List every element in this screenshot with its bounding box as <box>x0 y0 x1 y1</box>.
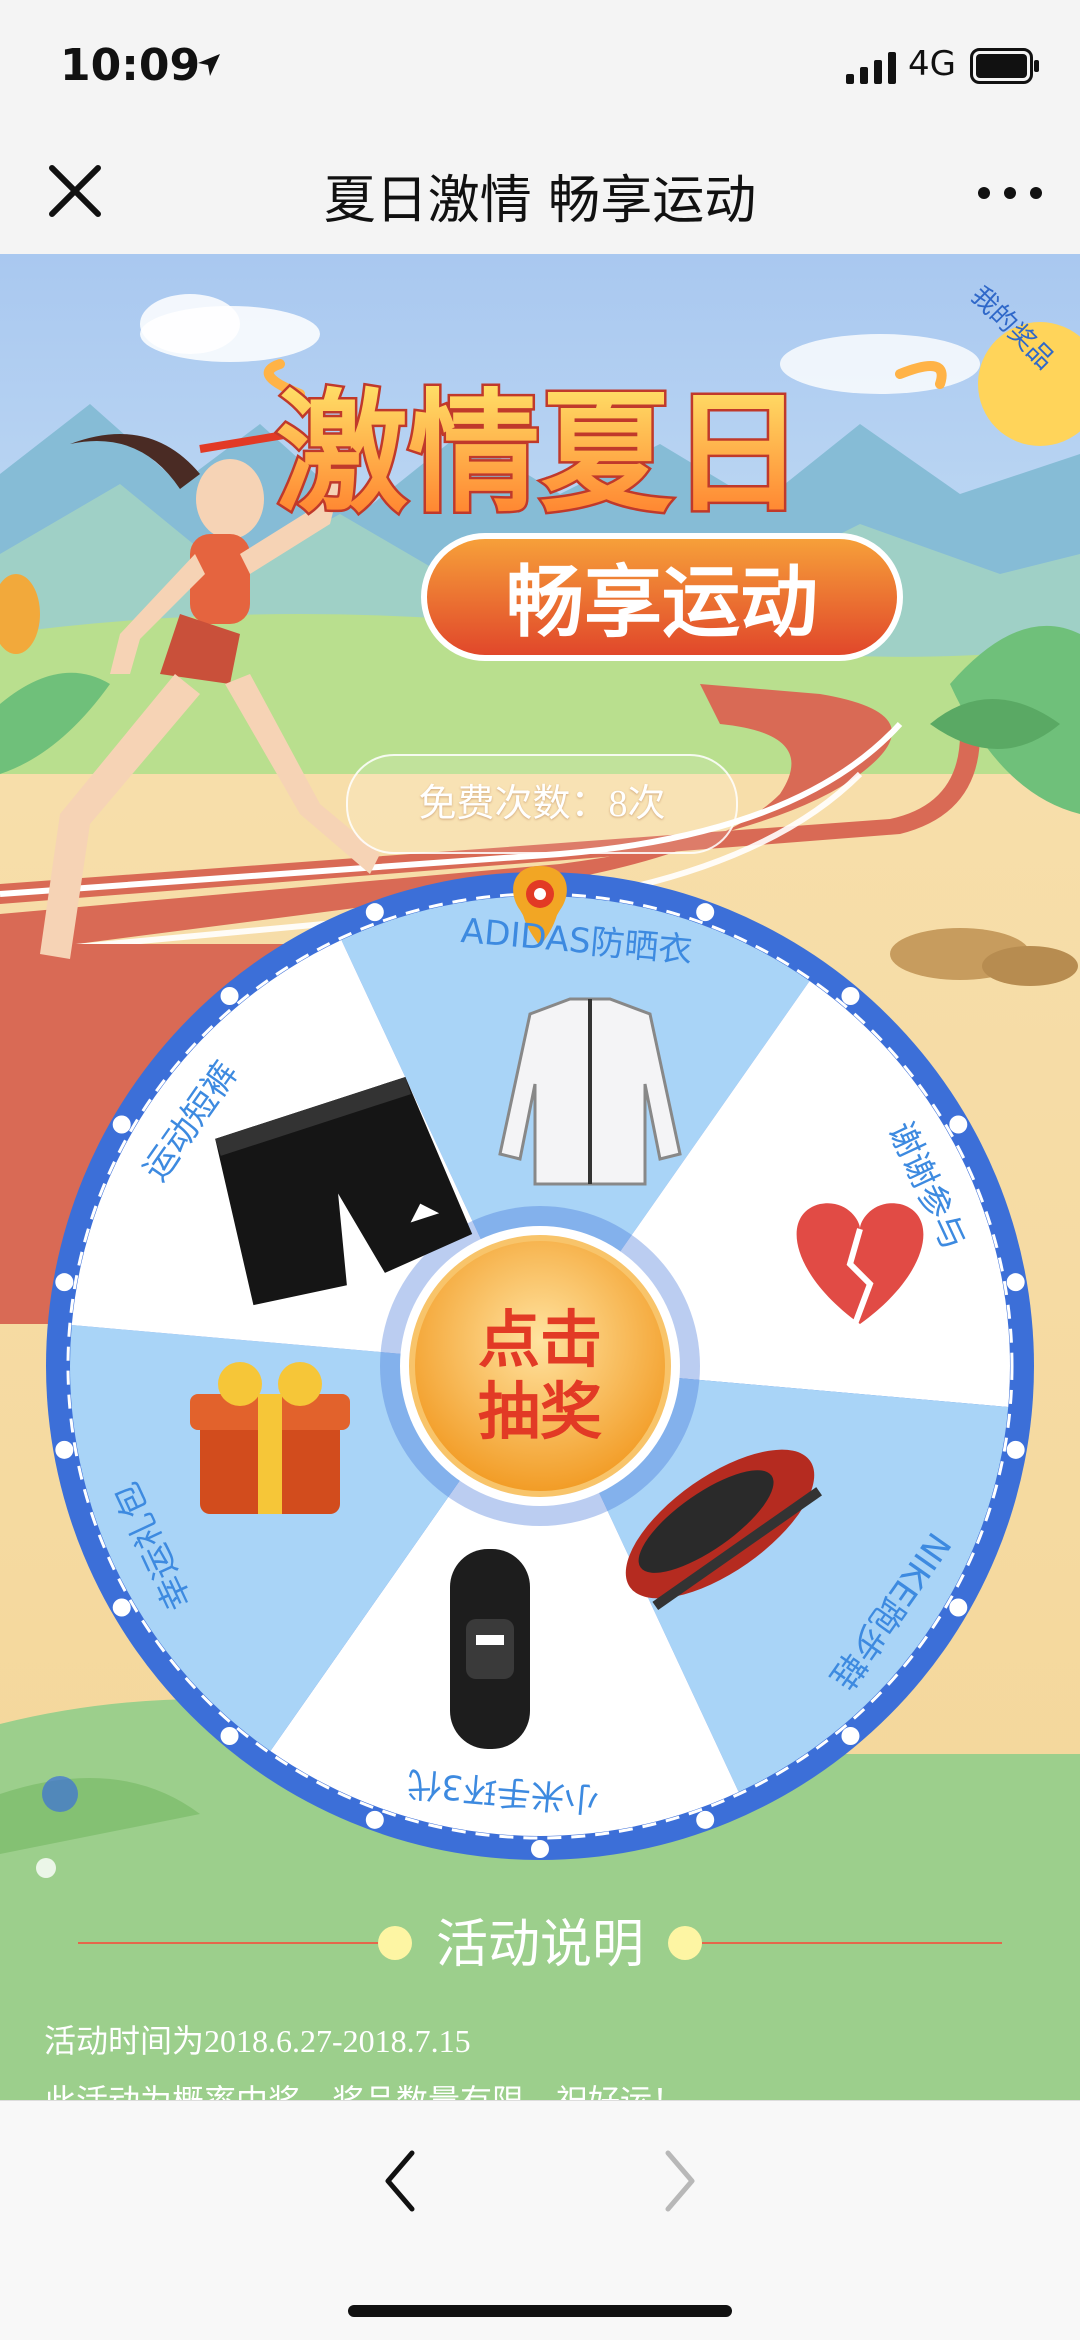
page-title: 夏日激情 畅享运动 <box>323 171 757 231</box>
wheel-bulb <box>365 1810 384 1829</box>
rule-line-2: 此活动为概率中奖，奖品数量有限，祝好运！ <box>44 2076 684 2100</box>
wheel-bulb <box>1006 1273 1025 1292</box>
draw-button-line1: 点击 <box>477 1303 602 1376</box>
wheel-bulb <box>1006 1440 1025 1459</box>
wheel-bulb <box>949 1598 968 1617</box>
close-icon[interactable] <box>40 156 110 226</box>
wheel-bulb <box>841 1726 860 1745</box>
wheel-bulb <box>220 987 239 1006</box>
smart-band-icon <box>450 1549 530 1749</box>
signal-bars-icon <box>846 52 896 84</box>
wheel-bulb <box>696 1810 715 1829</box>
wheel-bulb <box>365 903 384 922</box>
more-dots-icon[interactable] <box>970 158 1050 228</box>
chevron-right-icon[interactable] <box>650 2141 710 2221</box>
wheel-bulb <box>696 903 715 922</box>
my-prizes-label: 我的奖品 <box>964 280 1060 376</box>
nav-bar: 夏日激情 畅享运动 <box>0 132 1080 255</box>
chevron-left-icon[interactable] <box>370 2141 430 2221</box>
draw-button-label: 点击 抽奖 <box>394 1304 686 1448</box>
wheel-bulb <box>55 1273 74 1292</box>
status-bar: 10:09 4G <box>0 0 1080 132</box>
rule-line-1: 活动时间为2018.6.27-2018.7.15 <box>44 2023 471 2059</box>
location-arrow-icon <box>198 54 220 76</box>
wheel-bulb <box>112 1115 131 1134</box>
free-count-badge: 免费次数：8次 <box>346 754 738 854</box>
wheel-bulb <box>220 1726 239 1745</box>
rules-divider-right <box>702 1942 1002 1944</box>
home-indicator <box>348 2305 732 2317</box>
draw-button-line2: 抽奖 <box>477 1375 602 1448</box>
battery-icon <box>970 48 1039 84</box>
rules-title: 活动说明 <box>435 1915 644 1975</box>
my-prizes-link[interactable]: 我的奖品 <box>965 274 1078 384</box>
wheel-bulb <box>949 1115 968 1134</box>
status-time: 10:09 <box>60 40 201 91</box>
draw-button[interactable]: 点击 抽奖 <box>394 1234 686 1526</box>
banner-title-line1: 激情夏日 <box>276 377 804 531</box>
wheel-bulb <box>841 987 860 1006</box>
network-type: 4G <box>908 44 956 84</box>
wheel-bulb <box>112 1598 131 1617</box>
wheel-bulb <box>531 1840 549 1858</box>
wheel-bulb <box>55 1440 74 1459</box>
browser-toolbar <box>0 2100 1080 2340</box>
lottery-page: 激情夏日 畅享运动 我的奖品 免费次数：8次 ADIDAS防晒衣 谢谢参与 NI… <box>0 254 1080 2100</box>
banner-title-line2: 畅享运动 <box>506 558 818 648</box>
rules-dot-right <box>668 1926 702 1960</box>
